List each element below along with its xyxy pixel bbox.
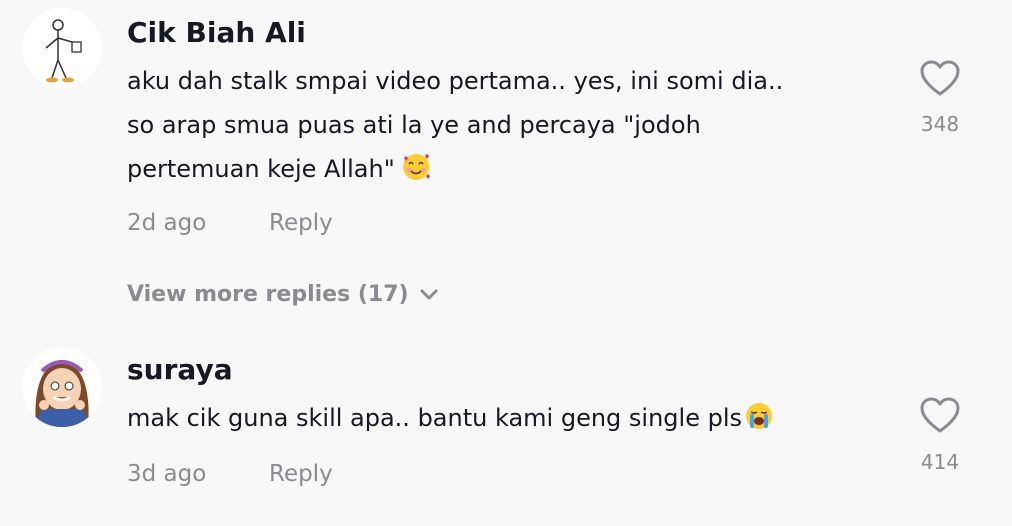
cartoon-girl-avatar-image <box>22 347 102 427</box>
comment-meta: 3d ago Reply <box>127 460 333 488</box>
comment-item: suraya mak cik guna skill apa.. bantu ka… <box>0 340 1012 526</box>
stick-figure-avatar-image <box>22 8 102 88</box>
comment-text: mak cik guna skill apa.. bantu kami geng… <box>127 396 887 445</box>
username[interactable]: Cik Biah Ali <box>127 16 306 50</box>
view-more-replies-button[interactable]: View more replies (17) <box>127 280 439 310</box>
comment-text-line: pertemuan keje Allah" <box>127 147 887 196</box>
reply-button[interactable]: Reply <box>269 209 333 237</box>
heart-icon[interactable] <box>920 397 960 435</box>
comment-meta: 2d ago Reply <box>127 209 333 237</box>
chevron-down-icon <box>420 289 438 300</box>
comment-text-line: mak cik guna skill apa.. bantu kami geng… <box>127 396 887 445</box>
comment-text-line: aku dah stalk smpai video pertama.. yes,… <box>127 67 784 95</box>
comment-text-line: so arap smua puas ati la ye and percaya … <box>127 111 701 139</box>
username[interactable]: suraya <box>127 353 233 387</box>
comment-text-segment: pertemuan keje Allah" <box>127 155 395 183</box>
comment-text-segment: mak cik guna skill apa.. bantu kami geng… <box>127 404 742 432</box>
loudly-crying-face-icon <box>744 401 774 445</box>
like-count: 348 <box>920 112 960 136</box>
timestamp: 2d ago <box>127 210 207 236</box>
view-more-replies-label: View more replies (17) <box>127 282 409 307</box>
timestamp: 3d ago <box>127 461 207 487</box>
avatar[interactable] <box>22 8 102 88</box>
comment-text: aku dah stalk smpai video pertama.. yes,… <box>127 59 887 196</box>
avatar[interactable] <box>22 347 102 427</box>
like-count: 414 <box>920 450 960 474</box>
reply-button[interactable]: Reply <box>269 460 333 488</box>
heart-icon[interactable] <box>920 60 960 98</box>
comment-item: Cik Biah Ali aku dah stalk smpai video p… <box>0 0 1012 260</box>
smiling-face-with-hearts-icon <box>401 152 431 196</box>
